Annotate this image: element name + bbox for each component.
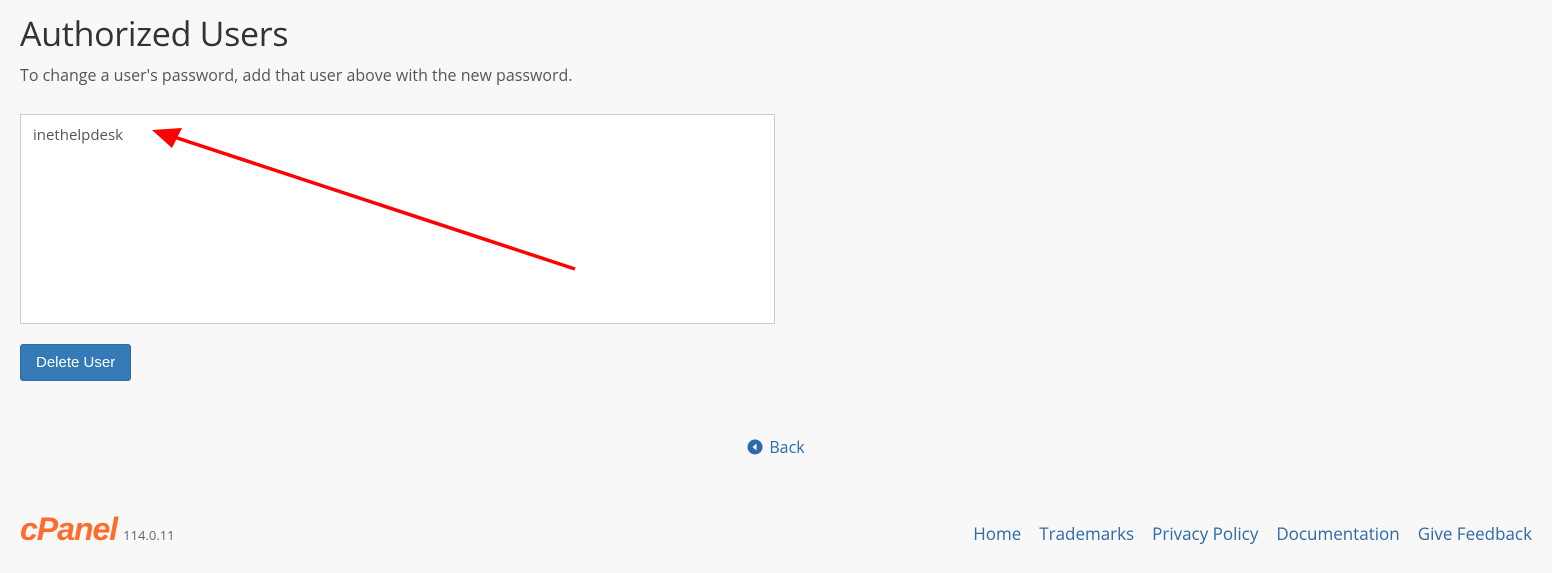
footer-link-docs[interactable]: Documentation bbox=[1276, 522, 1399, 545]
footer-link-home[interactable]: Home bbox=[973, 522, 1021, 545]
footer-link-feedback[interactable]: Give Feedback bbox=[1418, 522, 1532, 545]
page-title: Authorized Users bbox=[20, 10, 1532, 56]
footer-right: Home Trademarks Privacy Policy Documenta… bbox=[973, 522, 1532, 545]
footer-link-privacy[interactable]: Privacy Policy bbox=[1152, 522, 1258, 545]
user-list-wrapper: inethelpdesk bbox=[20, 114, 775, 324]
version-text: 114.0.11 bbox=[123, 526, 174, 544]
user-list-item[interactable]: inethelpdesk bbox=[33, 123, 762, 147]
footer-left: cPanel 114.0.11 bbox=[20, 513, 175, 545]
back-link[interactable]: Back bbox=[747, 436, 804, 458]
delete-user-button[interactable]: Delete User bbox=[20, 344, 131, 381]
back-row: Back bbox=[20, 436, 1532, 460]
cpanel-logo: cPanel bbox=[20, 513, 117, 545]
authorized-users-listbox[interactable]: inethelpdesk bbox=[20, 114, 775, 324]
page-subtitle: To change a user's password, add that us… bbox=[20, 64, 1532, 86]
back-link-label: Back bbox=[769, 436, 804, 458]
footer-link-trademarks[interactable]: Trademarks bbox=[1039, 522, 1134, 545]
arrow-left-circle-icon bbox=[747, 439, 763, 455]
footer: cPanel 114.0.11 Home Trademarks Privacy … bbox=[0, 513, 1552, 545]
